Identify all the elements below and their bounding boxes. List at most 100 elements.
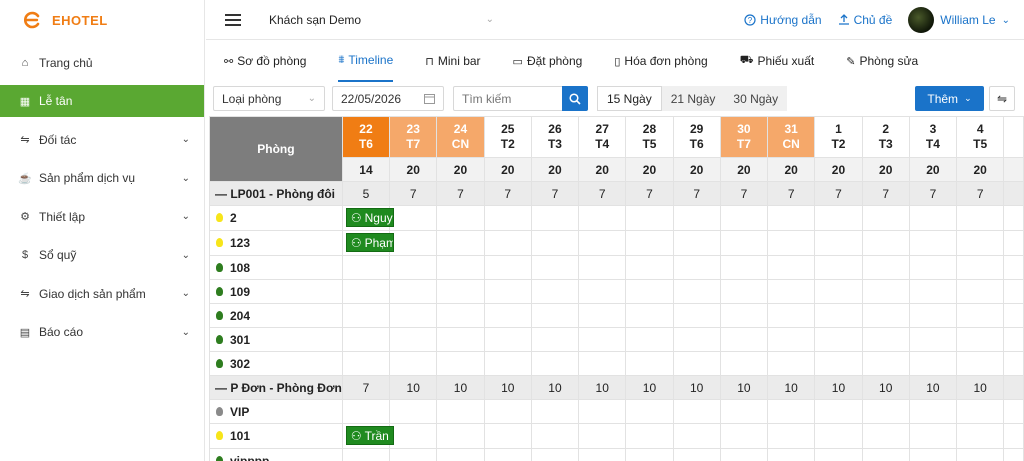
- timeline-cell[interactable]: [389, 327, 438, 352]
- day-header[interactable]: 23 T7: [389, 116, 438, 158]
- timeline-cell[interactable]: [861, 279, 910, 304]
- day-header[interactable]: 4 T5: [956, 116, 1005, 158]
- timeline-cell[interactable]: [672, 327, 721, 352]
- timeline-cell[interactable]: [483, 448, 532, 461]
- timeline-cell[interactable]: [625, 327, 674, 352]
- tab-6[interactable]: ✎ Phòng sửa: [846, 40, 918, 82]
- date-picker[interactable]: 22/05/2026: [332, 86, 444, 111]
- timeline-cell[interactable]: [861, 255, 910, 280]
- room-name-cell[interactable]: vipppp: [209, 448, 343, 461]
- day-header[interactable]: 1 T2: [814, 116, 863, 158]
- timeline-cell[interactable]: [341, 351, 391, 376]
- timeline-cell[interactable]: [908, 448, 958, 461]
- day-header[interactable]: 22 T6: [341, 116, 391, 158]
- timeline-cell[interactable]: [578, 327, 627, 352]
- timeline-cell[interactable]: [956, 205, 1005, 231]
- timeline-cell[interactable]: [814, 303, 863, 328]
- range-button[interactable]: 15 Ngày: [597, 86, 662, 111]
- timeline-cell[interactable]: [530, 351, 580, 376]
- timeline-cell[interactable]: [578, 399, 627, 424]
- timeline-cell[interactable]: [436, 351, 485, 376]
- timeline-cell[interactable]: [956, 423, 1005, 449]
- search-button[interactable]: [562, 86, 588, 111]
- room-name-cell[interactable]: 108: [209, 255, 343, 280]
- timeline-cell[interactable]: [908, 399, 958, 424]
- timeline-cell[interactable]: [483, 327, 532, 352]
- sidebar-item-7[interactable]: ▤ Báo cáo ⌄: [0, 316, 204, 348]
- booking-bar[interactable]: ⚇ Trần: [345, 426, 394, 445]
- timeline-cell[interactable]: [436, 448, 485, 461]
- hotel-select[interactable]: Khách sạn Demo ⌄: [269, 13, 494, 27]
- timeline-cell[interactable]: [578, 279, 627, 304]
- timeline-cell[interactable]: [908, 303, 958, 328]
- timeline-cell[interactable]: ⚇Nguyễn: [341, 205, 394, 231]
- add-button[interactable]: Thêm ⌄: [915, 86, 984, 111]
- room-name-cell[interactable]: 109: [209, 279, 343, 304]
- timeline-cell[interactable]: [719, 255, 769, 280]
- tab-2[interactable]: ⊓ Mini bar: [425, 40, 480, 82]
- timeline-cell[interactable]: [861, 303, 910, 328]
- timeline-cell[interactable]: [389, 230, 438, 256]
- room-name-cell[interactable]: 204: [209, 303, 343, 328]
- sidebar-item-0[interactable]: ⌂ Trang chủ: [0, 47, 204, 79]
- timeline-cell[interactable]: [814, 448, 863, 461]
- timeline-cell[interactable]: [389, 423, 438, 449]
- timeline-cell[interactable]: [341, 399, 391, 424]
- range-button[interactable]: 21 Ngày: [661, 86, 725, 111]
- timeline-cell[interactable]: [625, 448, 674, 461]
- timeline-cell[interactable]: [767, 279, 816, 304]
- timeline-cell[interactable]: [956, 448, 1005, 461]
- timeline-cell[interactable]: [814, 279, 863, 304]
- timeline-cell[interactable]: [578, 303, 627, 328]
- timeline-cell[interactable]: [389, 279, 438, 304]
- help-link[interactable]: ? Hướng dẫn: [744, 13, 822, 27]
- timeline-cell[interactable]: [956, 279, 1005, 304]
- timeline-cell[interactable]: [719, 351, 769, 376]
- tab-0[interactable]: ⚯ Sơ đồ phòng: [224, 40, 306, 82]
- room-name-cell[interactable]: 301: [209, 327, 343, 352]
- timeline-cell[interactable]: [719, 303, 769, 328]
- timeline-cell[interactable]: [341, 303, 391, 328]
- timeline-cell[interactable]: [767, 303, 816, 328]
- timeline-cell[interactable]: [483, 423, 532, 449]
- timeline-cell[interactable]: [436, 279, 485, 304]
- user-menu[interactable]: William Le ⌄: [908, 7, 1010, 33]
- timeline-cell[interactable]: [814, 255, 863, 280]
- timeline-cell[interactable]: [341, 279, 391, 304]
- day-header[interactable]: 26 T3: [530, 116, 580, 158]
- timeline-cell[interactable]: [956, 327, 1005, 352]
- timeline-cell[interactable]: [483, 255, 532, 280]
- timeline-cell[interactable]: [389, 448, 438, 461]
- booking-bar[interactable]: ⚇ Phạm: [345, 233, 394, 252]
- tab-5[interactable]: ⛟ Phiếu xuất: [740, 40, 815, 82]
- timeline-cell[interactable]: [483, 399, 532, 424]
- timeline-cell[interactable]: [341, 327, 391, 352]
- search-input[interactable]: [453, 86, 563, 111]
- timeline-cell[interactable]: [719, 399, 769, 424]
- timeline-cell[interactable]: [672, 448, 721, 461]
- tab-4[interactable]: ▯ Hóa đơn phòng: [614, 40, 707, 82]
- timeline-cell[interactable]: [530, 327, 580, 352]
- swap-button[interactable]: ⇋: [989, 86, 1015, 111]
- timeline-cell[interactable]: [814, 230, 863, 256]
- timeline-cell[interactable]: [578, 230, 627, 256]
- timeline-cell[interactable]: [767, 327, 816, 352]
- timeline-cell[interactable]: [767, 448, 816, 461]
- timeline-cell[interactable]: [389, 399, 438, 424]
- timeline-cell[interactable]: [436, 303, 485, 328]
- timeline-cell[interactable]: [672, 279, 721, 304]
- timeline-cell[interactable]: [767, 205, 816, 231]
- day-header[interactable]: 24 CN: [436, 116, 485, 158]
- room-name-cell[interactable]: 123: [209, 230, 343, 256]
- timeline-cell[interactable]: [483, 205, 532, 231]
- sidebar-item-3[interactable]: ☕ Sản phẩm dịch vụ ⌄: [0, 162, 204, 194]
- timeline-cell[interactable]: [814, 399, 863, 424]
- timeline-cell[interactable]: [436, 327, 485, 352]
- timeline-cell[interactable]: [861, 205, 910, 231]
- timeline-cell[interactable]: [908, 327, 958, 352]
- day-header[interactable]: 2 T3: [861, 116, 910, 158]
- timeline-cell[interactable]: [625, 303, 674, 328]
- timeline-cell[interactable]: [389, 205, 438, 231]
- timeline-cell[interactable]: [861, 327, 910, 352]
- timeline-cell[interactable]: ⚇ Phạm: [341, 230, 394, 256]
